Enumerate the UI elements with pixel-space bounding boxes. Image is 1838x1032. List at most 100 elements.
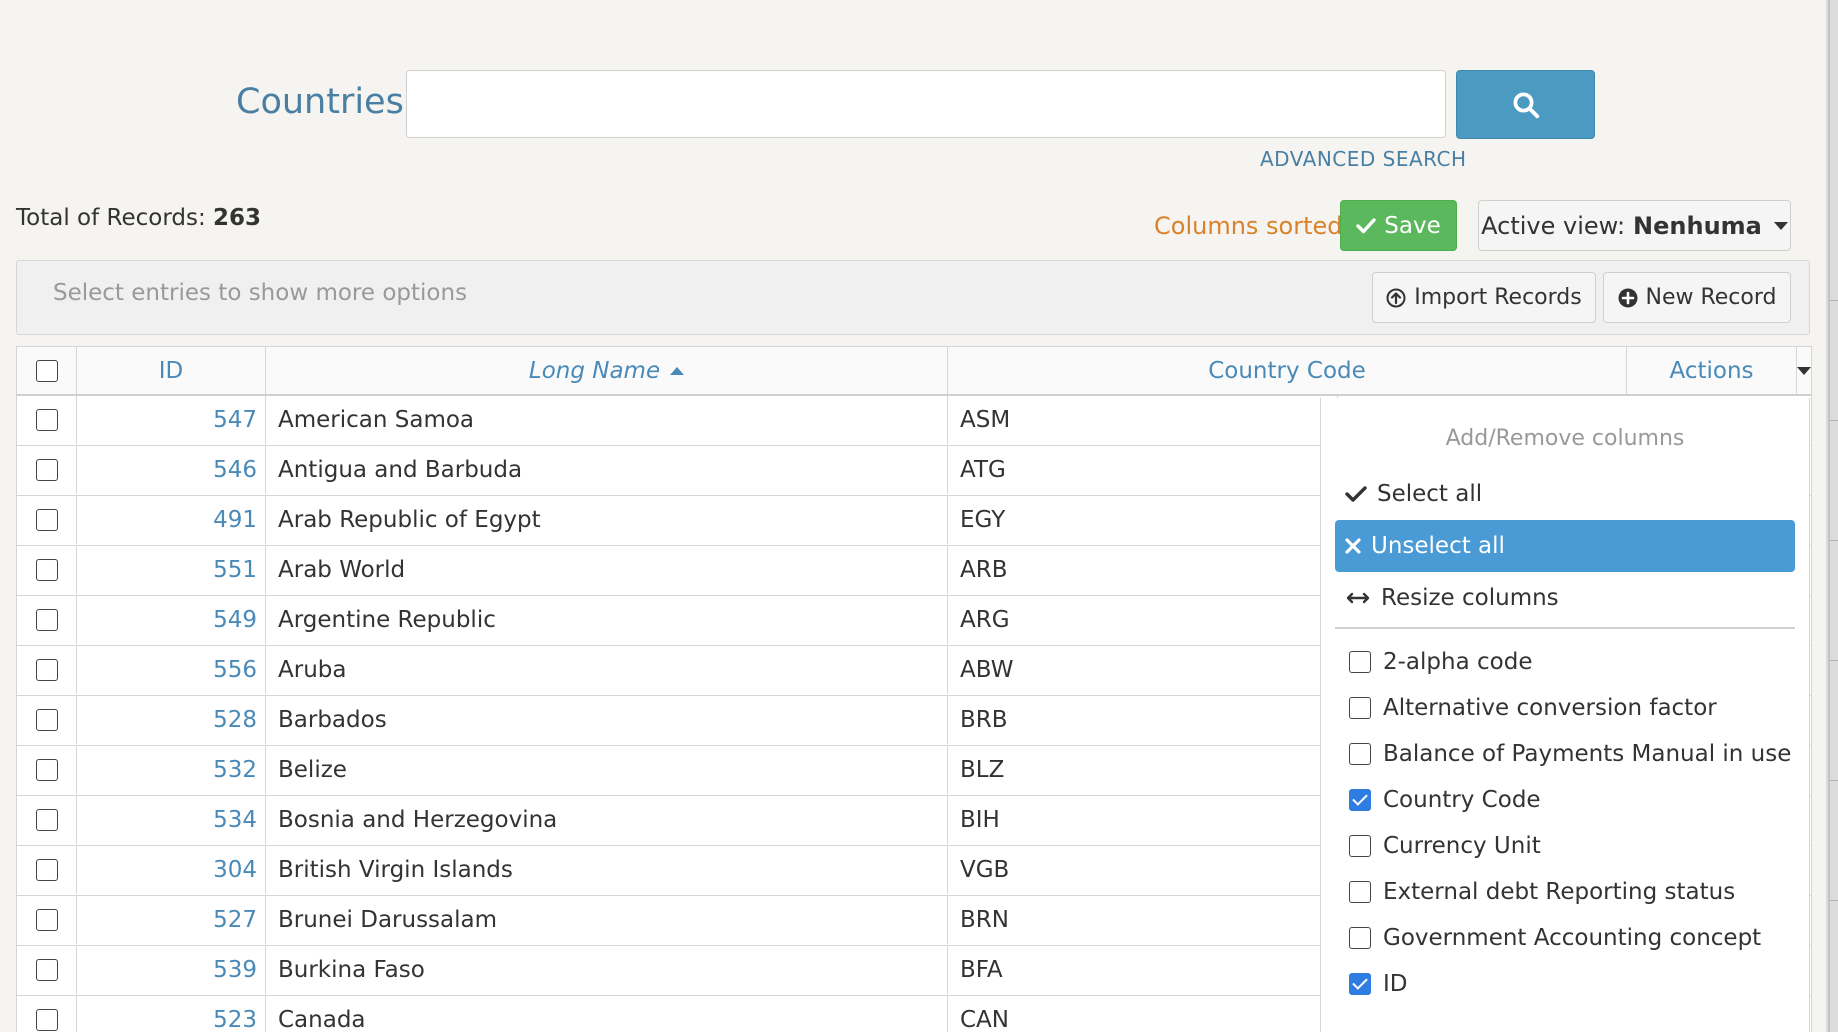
row-checkbox[interactable] — [35, 459, 58, 481]
window-edge — [1826, 0, 1838, 1032]
row-checkbox[interactable] — [35, 759, 58, 781]
column-toggle-item[interactable]: Currency Unit — [1349, 826, 1541, 866]
row-checkbox[interactable] — [35, 409, 58, 431]
row-long-name: Aruba — [266, 646, 948, 694]
caret-down-icon — [1797, 367, 1811, 375]
column-toggle-checkbox[interactable] — [1349, 881, 1371, 903]
column-toggle-label: Government Accounting concept — [1383, 925, 1762, 951]
column-header-id[interactable]: ID — [77, 347, 266, 395]
search-input[interactable] — [406, 70, 1446, 138]
check-icon — [1345, 486, 1367, 502]
column-toggle-checkbox[interactable] — [1349, 973, 1371, 995]
import-records-button[interactable]: Import Records — [1372, 272, 1596, 323]
row-checkbox[interactable] — [35, 1009, 58, 1031]
column-toggle-item[interactable]: Country Code — [1349, 780, 1541, 820]
row-checkbox[interactable] — [35, 559, 58, 581]
row-id[interactable]: 532 — [80, 746, 266, 794]
column-toggle-label: Currency Unit — [1383, 833, 1541, 859]
column-toggle-label: External debt Reporting status — [1383, 879, 1736, 905]
row-country-code: BRB — [948, 696, 1338, 744]
column-header-id-label: ID — [158, 358, 184, 384]
column-toggle-item[interactable]: External debt Reporting status — [1349, 872, 1735, 912]
row-id[interactable]: 527 — [80, 896, 266, 944]
row-id[interactable]: 551 — [80, 546, 266, 594]
row-country-code: CAN — [948, 996, 1338, 1032]
select-all-columns-item[interactable]: Select all — [1335, 468, 1795, 520]
row-id[interactable]: 556 — [80, 646, 266, 694]
row-select-cell — [17, 596, 77, 644]
column-toggle-checkbox[interactable] — [1349, 743, 1371, 765]
search-button[interactable] — [1456, 70, 1595, 139]
row-country-code: BIH — [948, 796, 1338, 844]
active-view-label: Active view: — [1481, 211, 1626, 240]
column-toggle-checkbox[interactable] — [1349, 835, 1371, 857]
advanced-search-link[interactable]: ADVANCED SEARCH — [1260, 147, 1467, 171]
column-menu-toggle[interactable] — [1797, 347, 1811, 395]
row-checkbox[interactable] — [35, 809, 58, 831]
row-select-cell — [17, 846, 77, 894]
unselect-all-columns-item[interactable]: Unselect all — [1335, 520, 1795, 572]
row-id[interactable]: 523 — [80, 996, 266, 1032]
row-checkbox[interactable] — [35, 509, 58, 531]
columns-sorted-status: Columns sorted — [1154, 212, 1343, 240]
row-id[interactable]: 528 — [80, 696, 266, 744]
column-toggle-item[interactable]: Alternative conversion factor — [1349, 688, 1717, 728]
column-toggle-checkbox[interactable] — [1349, 651, 1371, 673]
active-view-value: Nenhuma — [1633, 211, 1762, 240]
new-record-button[interactable]: New Record — [1603, 272, 1791, 323]
save-view-button[interactable]: Save — [1340, 200, 1457, 251]
row-country-code: BRN — [948, 896, 1338, 944]
column-toggle-checkbox[interactable] — [1349, 697, 1371, 719]
row-checkbox[interactable] — [35, 609, 58, 631]
row-id[interactable]: 547 — [80, 396, 266, 444]
total-records-value: 263 — [213, 205, 262, 231]
column-toggle-item[interactable]: Government Accounting concept — [1349, 918, 1761, 958]
row-long-name: Brunei Darussalam — [266, 896, 948, 944]
row-id[interactable]: 304 — [80, 846, 266, 894]
column-toggle-item[interactable]: 2-alpha code — [1349, 642, 1532, 682]
row-country-code: ABW — [948, 646, 1338, 694]
column-header-country-code-label: Country Code — [1208, 358, 1366, 384]
row-select-cell — [17, 696, 77, 744]
row-long-name: Argentine Republic — [266, 596, 948, 644]
row-long-name: Arab Republic of Egypt — [266, 496, 948, 544]
row-checkbox[interactable] — [35, 709, 58, 731]
column-toggle-checkbox[interactable] — [1349, 789, 1371, 811]
column-header-long-name-label: Long Name — [528, 358, 661, 384]
column-toggle-item[interactable]: Balance of Payments Manual in use — [1349, 734, 1791, 774]
row-select-cell — [17, 496, 77, 544]
row-id[interactable]: 549 — [80, 596, 266, 644]
active-view-dropdown[interactable]: Active view: Nenhuma — [1478, 200, 1791, 251]
row-checkbox[interactable] — [35, 659, 58, 681]
column-toggle-item[interactable]: ID — [1349, 964, 1408, 1004]
row-country-code: ARG — [948, 596, 1338, 644]
column-toggle-checkbox[interactable] — [1349, 927, 1371, 949]
row-country-code: VGB — [948, 846, 1338, 894]
row-country-code: BLZ — [948, 746, 1338, 794]
select-all-columns-label: Select all — [1377, 481, 1483, 507]
column-toggle-label: 2-alpha code — [1383, 649, 1533, 675]
row-country-code: ARB — [948, 546, 1338, 594]
row-checkbox[interactable] — [35, 959, 58, 981]
row-id[interactable]: 491 — [80, 496, 266, 544]
plus-circle-icon — [1618, 288, 1637, 307]
row-checkbox[interactable] — [35, 859, 58, 881]
column-toggle-label: Alternative conversion factor — [1383, 695, 1717, 721]
row-checkbox[interactable] — [35, 909, 58, 931]
row-country-code: EGY — [948, 496, 1338, 544]
column-header-country-code[interactable]: Country Code — [948, 347, 1627, 395]
row-id[interactable]: 539 — [80, 946, 266, 994]
total-records-label: Total of Records: — [16, 205, 206, 231]
column-header-long-name[interactable]: Long Name — [266, 347, 948, 395]
resize-columns-item[interactable]: Resize columns — [1335, 572, 1795, 624]
column-chooser-heading: Add/Remove columns — [1445, 426, 1685, 451]
row-long-name: American Samoa — [266, 396, 948, 444]
row-id[interactable]: 546 — [80, 446, 266, 494]
row-long-name: British Virgin Islands — [266, 846, 948, 894]
row-long-name: Canada — [266, 996, 948, 1032]
selection-hint: Select entries to show more options — [53, 280, 468, 306]
select-all-checkbox[interactable] — [35, 360, 58, 382]
row-select-cell — [17, 646, 77, 694]
row-id[interactable]: 534 — [80, 796, 266, 844]
row-select-cell — [17, 546, 77, 594]
